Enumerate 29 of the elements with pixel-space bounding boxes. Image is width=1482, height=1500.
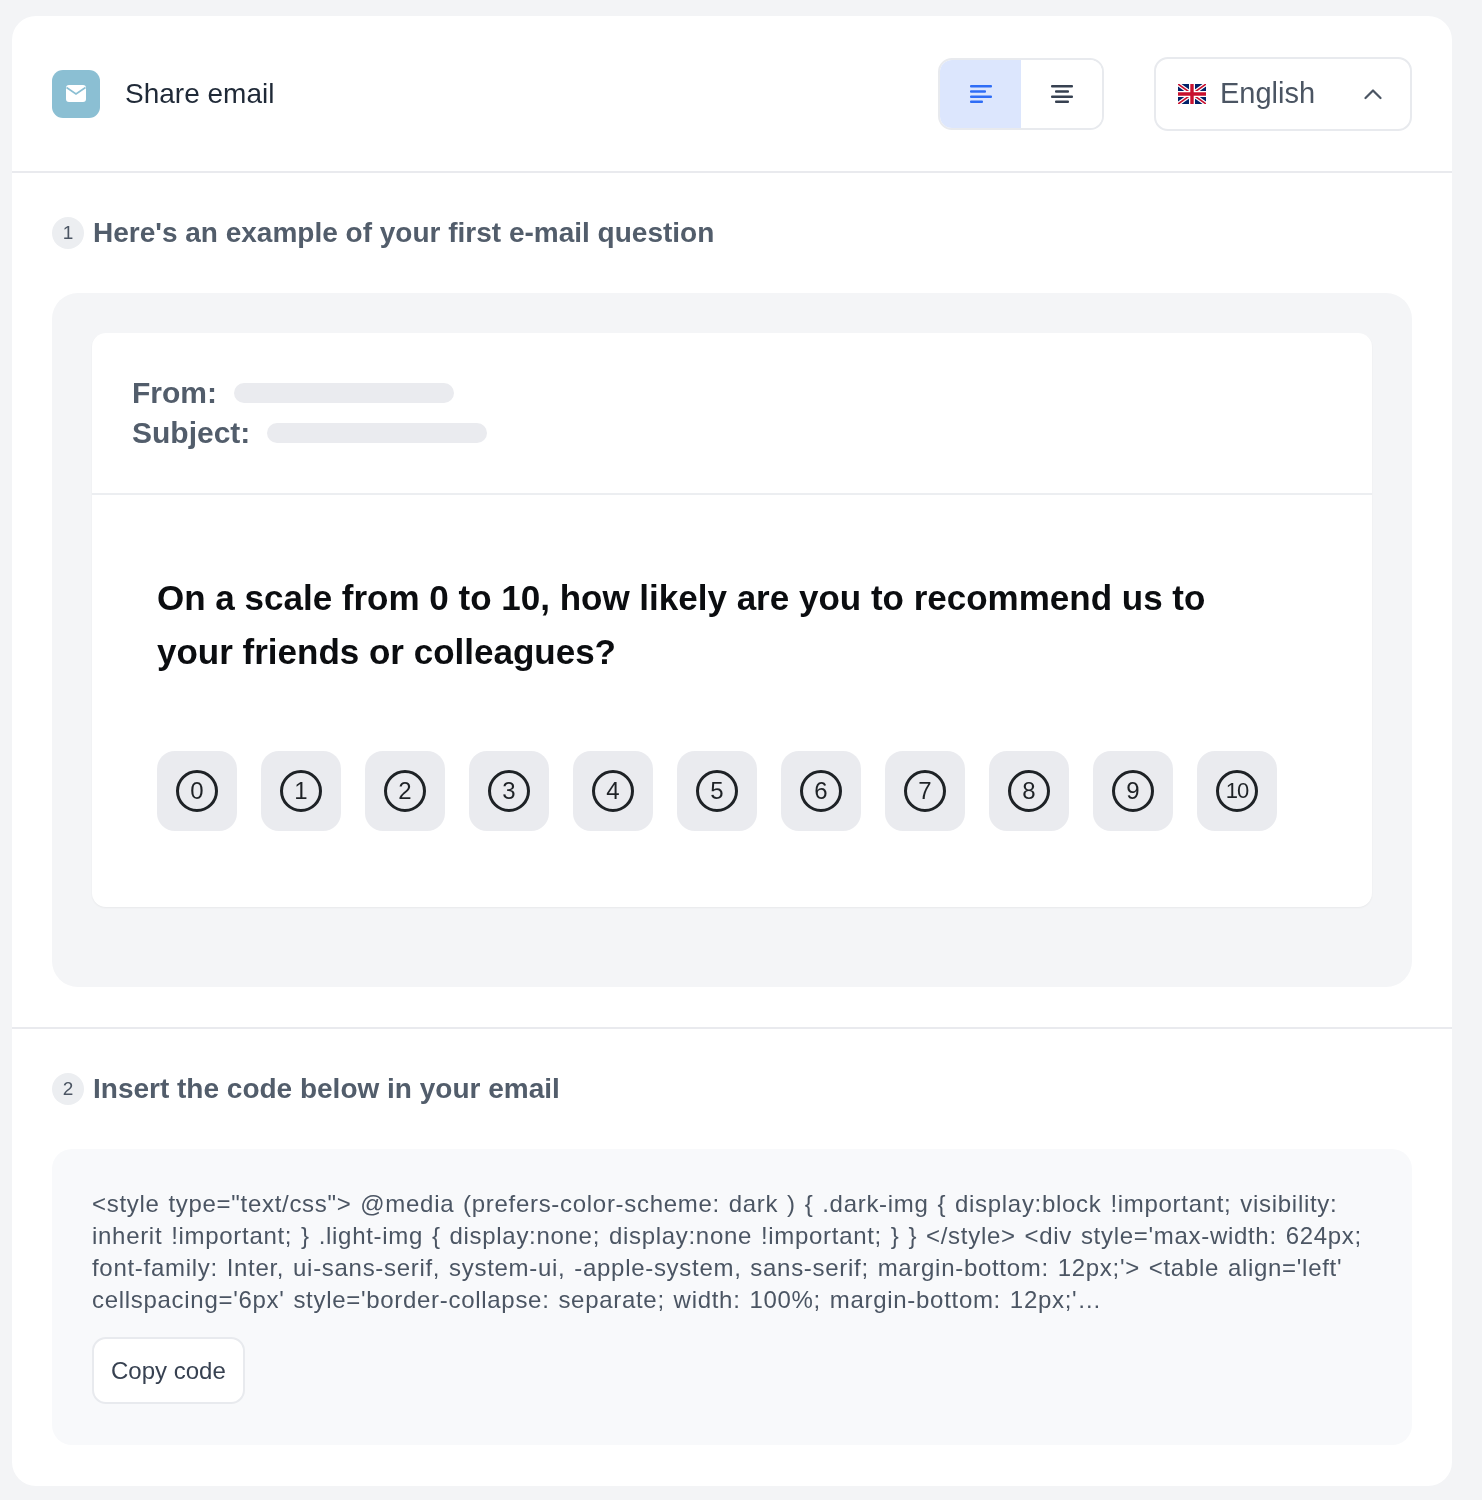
step-title: Here's an example of your first e-mail question — [93, 217, 715, 249]
chevron-up-icon — [1364, 87, 1382, 100]
score-button[interactable]: 0 — [157, 751, 237, 831]
step-number: 2 — [52, 1073, 84, 1105]
score-button[interactable]: 3 — [469, 751, 549, 831]
align-left-icon — [969, 84, 992, 103]
score-button[interactable]: 4 — [573, 751, 653, 831]
field-label: Subject: — [132, 416, 251, 450]
language-label: English — [1220, 77, 1317, 110]
question-text: On a scale from 0 to 10, how likely are you to recommend us to your friends or colleagues? — [157, 577, 1207, 673]
align-center-icon — [1050, 84, 1073, 103]
field-label: From: — [132, 376, 217, 410]
code-snippet: <style type="text/css"> @media (prefers-color-scheme: dark ) { .dark-img { display:block !important; visibility: inherit !important; } .light-img { display:none; display:none !important; } } </style> <div style='max-width: 624px; font-family: Inter, ui-sans-serif, system-ui, -apple-system, sans-serif; margin-bottom: 12px;'> <table align='left' cellspacing='6px' style='border-collapse: separate; width: 100%; margin-bottom: 12px;'… — [92, 1189, 1363, 1315]
score-button[interactable]: 9 — [1093, 751, 1173, 831]
align-left-button[interactable] — [940, 59, 1021, 128]
flag-icon — [1178, 83, 1206, 104]
header-title: Share email — [125, 77, 275, 110]
score-button[interactable]: 2 — [365, 751, 445, 831]
score-button[interactable]: 8 — [989, 751, 1069, 831]
score-button[interactable]: 10 — [1197, 751, 1277, 831]
mail-icon — [52, 69, 100, 118]
copy-code-button[interactable]: Copy code — [92, 1337, 245, 1404]
language-dropdown[interactable]: English — [1154, 56, 1412, 131]
step-number: 1 — [52, 217, 84, 249]
step-title: Insert the code below in your email — [93, 1073, 560, 1105]
score-button[interactable]: 6 — [781, 751, 861, 831]
score-button[interactable]: 1 — [261, 751, 341, 831]
score-button[interactable]: 5 — [677, 751, 757, 831]
score-button[interactable]: 7 — [885, 751, 965, 831]
